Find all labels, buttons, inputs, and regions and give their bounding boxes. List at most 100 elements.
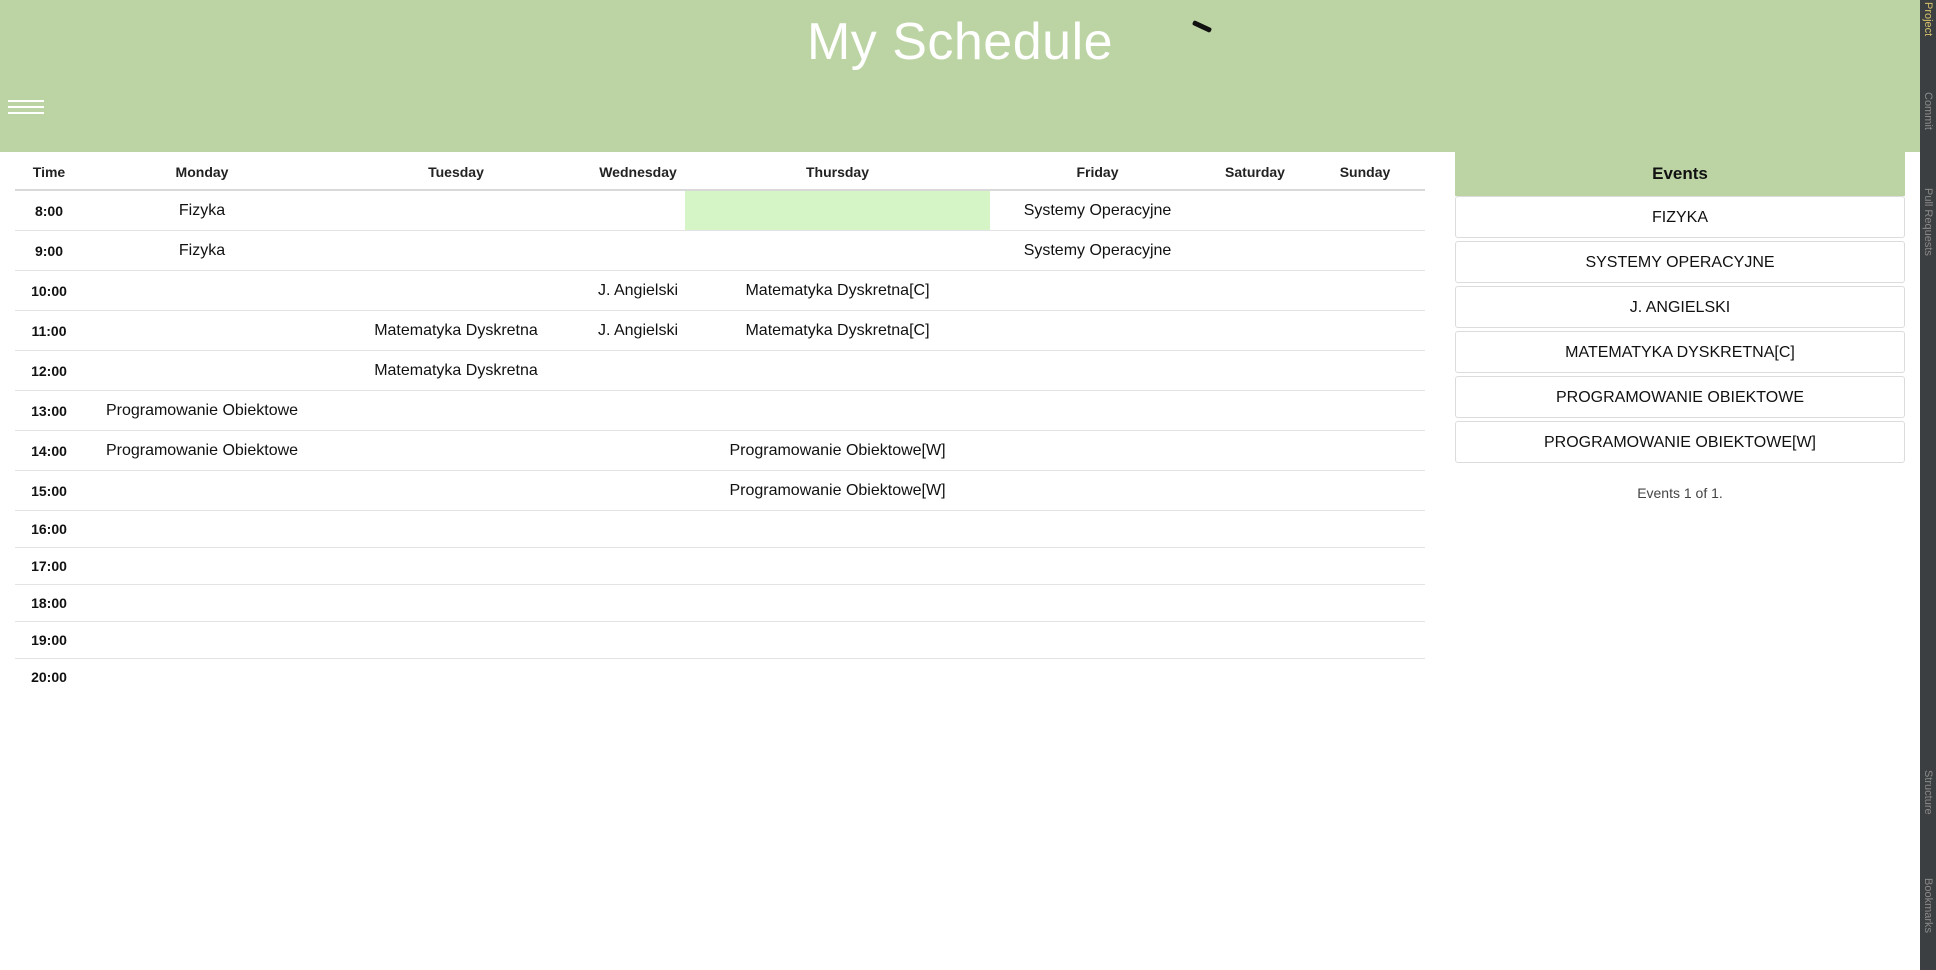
schedule-cell-saturday[interactable] <box>1205 190 1305 231</box>
schedule-cell-tuesday[interactable]: Matematyka Dyskretna <box>321 350 591 391</box>
schedule-cell-thursday[interactable]: Matematyka Dyskretna[C] <box>685 270 990 311</box>
schedule-cell-wednesday[interactable] <box>591 230 685 271</box>
schedule-cell-saturday[interactable] <box>1205 659 1305 696</box>
schedule-cell-tuesday[interactable] <box>321 470 591 511</box>
schedule-cell-friday[interactable] <box>990 390 1205 431</box>
schedule-cell-monday[interactable] <box>83 659 321 696</box>
schedule-cell-monday[interactable]: Programowanie Obiektowe <box>83 430 321 471</box>
schedule-cell-saturday[interactable] <box>1205 230 1305 271</box>
schedule-cell-thursday[interactable] <box>685 350 990 391</box>
schedule-cell-thursday[interactable] <box>685 547 990 585</box>
ide-tab-pull-requests[interactable]: Pull Requests <box>1920 188 1936 256</box>
schedule-cell-monday[interactable] <box>83 510 321 548</box>
schedule-cell-friday[interactable] <box>990 270 1205 311</box>
schedule-cell-wednesday[interactable] <box>591 547 685 585</box>
schedule-cell-wednesday[interactable] <box>591 621 685 659</box>
schedule-cell-tuesday[interactable] <box>321 659 591 696</box>
schedule-cell-sunday[interactable] <box>1305 510 1425 548</box>
schedule-cell-saturday[interactable] <box>1205 621 1305 659</box>
schedule-cell-friday[interactable] <box>990 584 1205 622</box>
schedule-cell-friday[interactable] <box>990 510 1205 548</box>
schedule-cell-monday[interactable] <box>83 621 321 659</box>
schedule-cell-sunday[interactable] <box>1305 270 1425 311</box>
schedule-cell-monday[interactable]: Programowanie Obiektowe <box>83 390 321 431</box>
schedule-cell-monday[interactable] <box>83 547 321 585</box>
schedule-cell-sunday[interactable] <box>1305 547 1425 585</box>
schedule-cell-tuesday[interactable] <box>321 621 591 659</box>
menu-icon[interactable] <box>8 100 44 118</box>
schedule-cell-friday[interactable] <box>990 547 1205 585</box>
schedule-cell-tuesday[interactable] <box>321 270 591 311</box>
schedule-cell-friday[interactable] <box>990 470 1205 511</box>
schedule-cell-thursday[interactable] <box>685 190 990 231</box>
event-item[interactable]: FIZYKA <box>1455 196 1905 238</box>
schedule-cell-friday[interactable] <box>990 310 1205 351</box>
schedule-cell-thursday[interactable]: Programowanie Obiektowe[W] <box>685 430 990 471</box>
schedule-cell-saturday[interactable] <box>1205 510 1305 548</box>
schedule-cell-tuesday[interactable]: Matematyka Dyskretna <box>321 310 591 351</box>
schedule-cell-thursday[interactable] <box>685 584 990 622</box>
schedule-cell-saturday[interactable] <box>1205 430 1305 471</box>
schedule-cell-wednesday[interactable]: J. Angielski <box>591 270 685 311</box>
schedule-cell-saturday[interactable] <box>1205 470 1305 511</box>
schedule-cell-thursday[interactable] <box>685 659 990 696</box>
schedule-cell-friday[interactable]: Systemy Operacyjne <box>990 230 1205 271</box>
schedule-cell-wednesday[interactable] <box>591 510 685 548</box>
event-item[interactable]: PROGRAMOWANIE OBIEKTOWE <box>1455 376 1905 418</box>
schedule-cell-friday[interactable] <box>990 430 1205 471</box>
schedule-cell-tuesday[interactable] <box>321 430 591 471</box>
schedule-cell-sunday[interactable] <box>1305 310 1425 351</box>
schedule-cell-wednesday[interactable] <box>591 430 685 471</box>
schedule-cell-wednesday[interactable] <box>591 350 685 391</box>
schedule-cell-monday[interactable] <box>83 270 321 311</box>
schedule-cell-wednesday[interactable]: J. Angielski <box>591 310 685 351</box>
schedule-cell-saturday[interactable] <box>1205 547 1305 585</box>
schedule-cell-thursday[interactable] <box>685 230 990 271</box>
schedule-cell-saturday[interactable] <box>1205 390 1305 431</box>
schedule-cell-thursday[interactable]: Matematyka Dyskretna[C] <box>685 310 990 351</box>
schedule-cell-tuesday[interactable] <box>321 547 591 585</box>
schedule-cell-friday[interactable] <box>990 659 1205 696</box>
event-item[interactable]: MATEMATYKA DYSKRETNA[C] <box>1455 331 1905 373</box>
schedule-cell-saturday[interactable] <box>1205 350 1305 391</box>
schedule-cell-wednesday[interactable] <box>591 470 685 511</box>
schedule-cell-monday[interactable] <box>83 310 321 351</box>
schedule-cell-sunday[interactable] <box>1305 390 1425 431</box>
event-item[interactable]: PROGRAMOWANIE OBIEKTOWE[W] <box>1455 421 1905 463</box>
schedule-cell-monday[interactable]: Fizyka <box>83 190 321 231</box>
schedule-cell-tuesday[interactable] <box>321 510 591 548</box>
ide-tab-structure[interactable]: Structure <box>1920 770 1936 815</box>
schedule-cell-sunday[interactable] <box>1305 584 1425 622</box>
schedule-cell-tuesday[interactable] <box>321 390 591 431</box>
schedule-cell-sunday[interactable] <box>1305 230 1425 271</box>
schedule-cell-wednesday[interactable] <box>591 659 685 696</box>
event-item[interactable]: SYSTEMY OPERACYJNE <box>1455 241 1905 283</box>
schedule-cell-tuesday[interactable] <box>321 584 591 622</box>
schedule-cell-thursday[interactable] <box>685 510 990 548</box>
schedule-cell-monday[interactable] <box>83 584 321 622</box>
ide-tab-bookmarks[interactable]: Bookmarks <box>1920 878 1936 933</box>
schedule-cell-saturday[interactable] <box>1205 584 1305 622</box>
schedule-cell-sunday[interactable] <box>1305 621 1425 659</box>
schedule-cell-wednesday[interactable] <box>591 190 685 231</box>
schedule-cell-sunday[interactable] <box>1305 430 1425 471</box>
schedule-cell-sunday[interactable] <box>1305 190 1425 231</box>
event-item[interactable]: J. ANGIELSKI <box>1455 286 1905 328</box>
schedule-cell-friday[interactable]: Systemy Operacyjne <box>990 190 1205 231</box>
schedule-cell-saturday[interactable] <box>1205 270 1305 311</box>
schedule-cell-tuesday[interactable] <box>321 190 591 231</box>
schedule-cell-tuesday[interactable] <box>321 230 591 271</box>
schedule-cell-wednesday[interactable] <box>591 584 685 622</box>
schedule-cell-sunday[interactable] <box>1305 350 1425 391</box>
schedule-cell-friday[interactable] <box>990 350 1205 391</box>
schedule-cell-sunday[interactable] <box>1305 659 1425 696</box>
schedule-cell-thursday[interactable] <box>685 621 990 659</box>
schedule-cell-monday[interactable] <box>83 350 321 391</box>
schedule-cell-thursday[interactable]: Programowanie Obiektowe[W] <box>685 470 990 511</box>
schedule-cell-saturday[interactable] <box>1205 310 1305 351</box>
ide-tab-project[interactable]: Project <box>1920 2 1936 36</box>
schedule-cell-thursday[interactable] <box>685 390 990 431</box>
schedule-cell-wednesday[interactable] <box>591 390 685 431</box>
schedule-cell-sunday[interactable] <box>1305 470 1425 511</box>
ide-tab-commit[interactable]: Commit <box>1920 92 1936 130</box>
